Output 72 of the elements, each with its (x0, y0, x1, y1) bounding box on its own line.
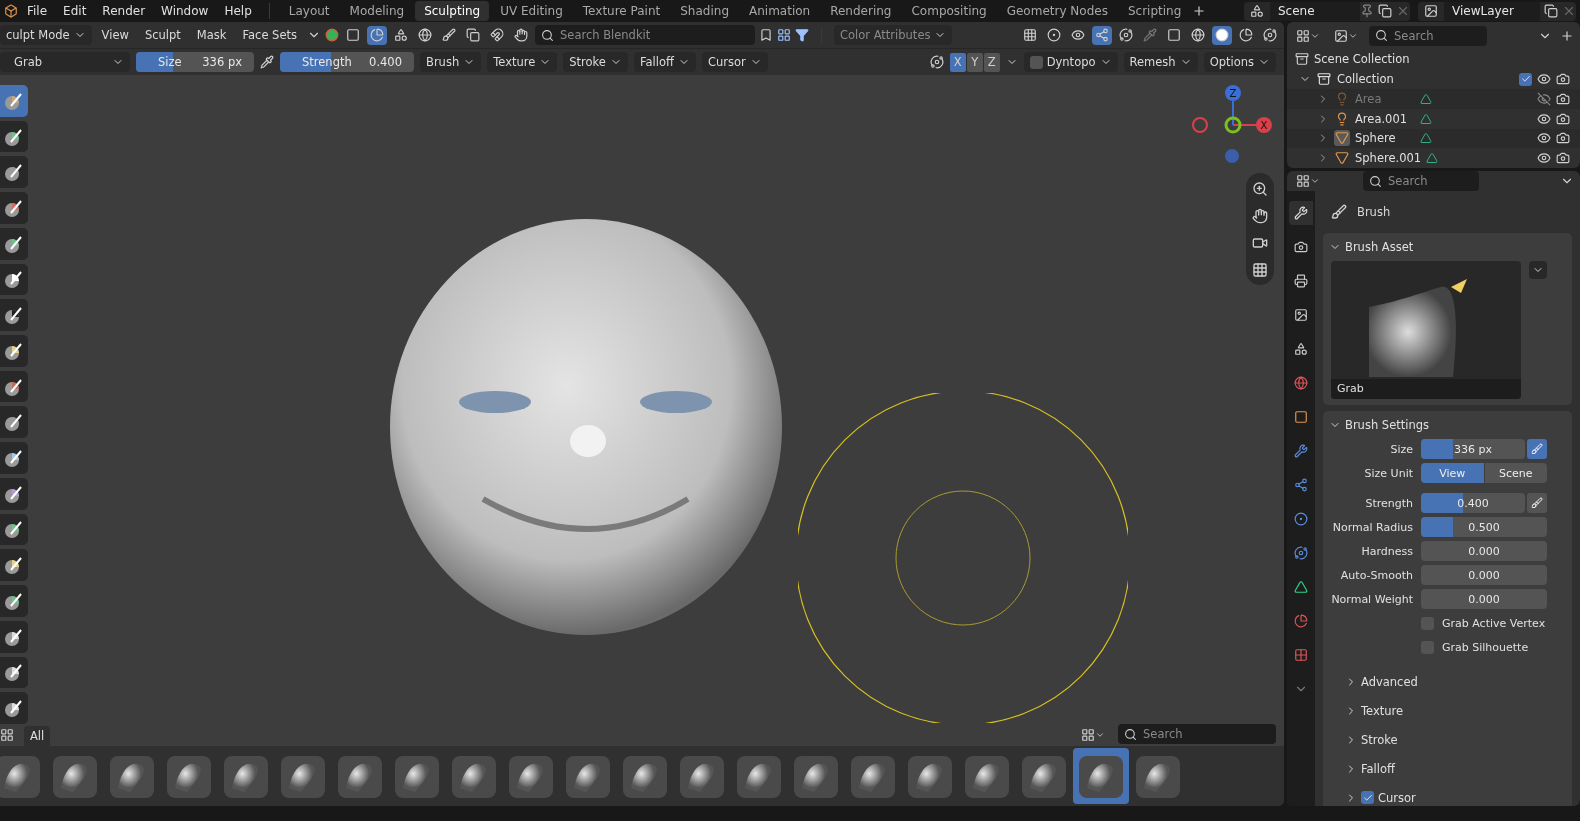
workspace-tab[interactable]: Geometry Nodes (997, 1, 1117, 21)
field-label: Normal Radius (1331, 520, 1413, 534)
workspace-tab[interactable]: Animation (740, 1, 820, 21)
workspace-tab[interactable]: Rendering (821, 1, 901, 21)
header-menu[interactable]: View (95, 25, 135, 45)
menu-item[interactable]: Window (154, 4, 216, 18)
slider-field[interactable]: 0.500 (1421, 517, 1547, 537)
options-dropdown[interactable]: Options (1203, 52, 1276, 72)
slider-field[interactable]: 0.000 (1421, 541, 1547, 561)
workspace-tab[interactable]: Layout (279, 1, 339, 21)
settings-dropdown[interactable]: Stroke (563, 52, 628, 72)
outliner-row[interactable]: Area.001 (1287, 108, 1580, 129)
workspace-tab[interactable]: Sculpting (415, 1, 490, 21)
field-label: Size Unit (1363, 466, 1413, 480)
field-label: Normal Weight (1330, 592, 1413, 606)
workspace-tab[interactable]: Compositing (902, 1, 996, 21)
toggle-option[interactable]: View (1421, 463, 1484, 483)
menu-item[interactable]: Render (95, 4, 153, 18)
menu-item[interactable]: Edit (56, 4, 94, 18)
toggle-option[interactable]: Scene (1484, 463, 1547, 483)
header-menu[interactable]: Sculpt (138, 25, 187, 45)
panel-header[interactable]: Brush Settings (1329, 415, 1566, 435)
outliner-row[interactable]: Collection (1287, 69, 1580, 90)
settings-dropdown[interactable]: Falloff (633, 52, 696, 72)
header-menu[interactable]: Face Sets (236, 25, 303, 45)
preset-dropdown[interactable]: Grab (0, 52, 130, 72)
settings-dropdown[interactable]: Cursor (701, 52, 768, 72)
subpanel-header[interactable]: Advanced (1329, 669, 1566, 694)
search-field[interactable]: Search Blendkit (535, 25, 755, 45)
slider-field[interactable]: 336 px (1421, 439, 1525, 459)
checkbox-label: Grab Active Vertex (1442, 616, 1546, 630)
workspace-tab[interactable]: Modeling (340, 1, 414, 21)
checkbox-label: Grab Silhouette (1442, 640, 1529, 654)
view-layer-field[interactable]: ViewLayer (1444, 1, 1540, 21)
shelf-tab[interactable]: All (24, 726, 51, 746)
mode-dropdown[interactable]: culpt Mode (0, 25, 92, 45)
subpanel-header[interactable]: Texture (1329, 698, 1566, 723)
subpanel-header[interactable]: Falloff (1329, 756, 1566, 781)
workspace-tab[interactable]: Texture Paint (573, 1, 670, 21)
subpanel-header[interactable]: Stroke (1329, 727, 1566, 752)
menu-item[interactable]: File (20, 4, 55, 18)
field-label: Strength (1364, 496, 1413, 510)
outliner-row[interactable]: Scene Collection (1287, 49, 1580, 70)
axis-toggle[interactable]: Y (966, 52, 983, 72)
workspace-tab[interactable]: UV Editing (491, 1, 572, 21)
field-label: Auto-Smooth (1339, 568, 1413, 582)
slider-field[interactable]: 0.000 (1421, 589, 1547, 609)
brush-preview[interactable]: Grab (1331, 261, 1521, 399)
axis-toggle[interactable]: Z (983, 52, 1000, 72)
outliner-row[interactable]: Sphere (1287, 128, 1580, 149)
search-field[interactable]: Search (1369, 25, 1487, 46)
settings-dropdown[interactable]: Brush (420, 52, 482, 72)
panel-header[interactable]: Brush Asset (1329, 237, 1566, 257)
header-menu[interactable]: Mask (190, 25, 233, 45)
outliner-row[interactable]: Sphere.001 (1287, 148, 1580, 168)
search-field[interactable]: Search (1363, 171, 1479, 191)
axis-gizmo-drawing: Z X (1192, 83, 1272, 163)
subpanel-header[interactable]: Cursor (1329, 785, 1566, 806)
settings-dropdown[interactable]: Texture (487, 52, 558, 72)
panel-title: Brush (1357, 205, 1391, 219)
color-attributes-dropdown[interactable]: Color Attributes (834, 25, 953, 45)
scene-field[interactable]: Scene (1270, 1, 1360, 21)
preview-name: Grab (1331, 379, 1521, 399)
remesh-dropdown[interactable]: Remesh (1123, 52, 1198, 72)
search-field[interactable]: Search (1118, 724, 1276, 744)
dyntopo-dropdown[interactable]: Dyntopo (1023, 52, 1118, 72)
menu-item[interactable]: Help (217, 4, 259, 18)
workspace-tab[interactable]: Scripting (1118, 1, 1191, 21)
slider-field[interactable]: 0.000 (1421, 565, 1547, 585)
workspace-tab[interactable]: Shading (671, 1, 738, 21)
field-label: Size (1389, 442, 1413, 456)
field-label: Hardness (1360, 544, 1413, 558)
